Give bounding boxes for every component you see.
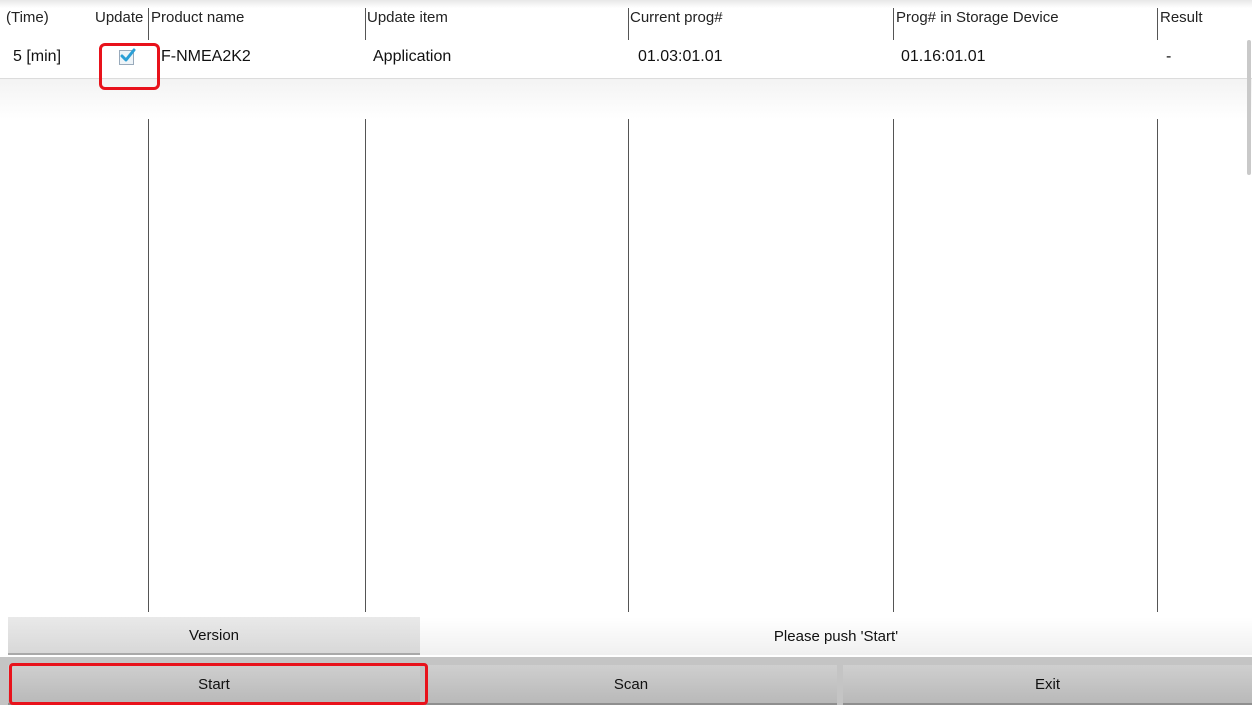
row-time: 5 [min] <box>13 48 62 65</box>
row-product-name: F-NMEA2K2 <box>161 48 251 65</box>
header-product-name: Product name <box>151 9 245 26</box>
header-result: Result <box>1160 9 1203 26</box>
update-table: (Time) Update Product name Update item C… <box>0 0 1252 612</box>
header-current-prog: Current prog# <box>630 9 723 26</box>
row-result: - <box>1166 48 1172 65</box>
scrollbar[interactable] <box>1247 40 1251 175</box>
status-text: Please push 'Start' <box>773 627 899 645</box>
scan-button[interactable]: Scan <box>425 665 837 705</box>
checkmark-icon <box>120 48 136 62</box>
status-message: Please push 'Start' <box>420 617 1252 655</box>
header-time: (Time) <box>6 9 49 26</box>
start-button-label: Start <box>198 675 230 693</box>
exit-button[interactable]: Exit <box>843 665 1252 705</box>
version-button-label: Version <box>188 626 240 644</box>
update-checkbox[interactable] <box>119 48 136 65</box>
row-current-prog: 01.03:01.01 <box>638 48 723 65</box>
header-storage-prog: Prog# in Storage Device <box>896 9 1059 26</box>
row-shadow <box>0 79 1252 119</box>
version-button[interactable]: Version <box>8 617 420 655</box>
update-screen: (Time) Update Product name Update item C… <box>0 0 1252 705</box>
header-update-item: Update item <box>367 9 448 26</box>
header-update: Update <box>95 9 144 26</box>
row-storage-prog: 01.16:01.01 <box>901 48 986 65</box>
scan-button-label: Scan <box>613 675 649 693</box>
row-update-item: Application <box>373 48 452 65</box>
start-button[interactable]: Start <box>8 665 420 705</box>
exit-button-label: Exit <box>1034 675 1060 693</box>
